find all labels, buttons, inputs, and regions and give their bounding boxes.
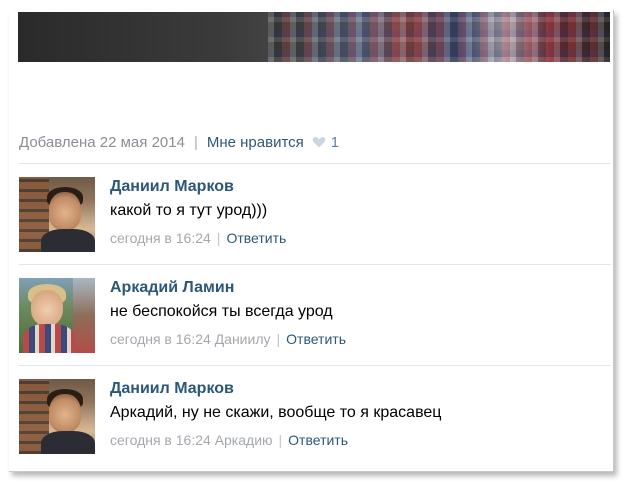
comment-meta: сегодня в 16:24 | Ответить bbox=[110, 230, 286, 246]
comment-meta-separator: | bbox=[276, 331, 281, 347]
avatar[interactable] bbox=[19, 379, 95, 454]
comment-author[interactable]: Аркадий Ламин bbox=[110, 279, 234, 297]
photo-shirt-pattern bbox=[268, 12, 610, 62]
reply-button[interactable]: Ответить bbox=[226, 230, 286, 246]
comment-meta-separator: | bbox=[278, 432, 283, 448]
reply-addressee[interactable]: Даниилу bbox=[215, 331, 271, 347]
avatar[interactable] bbox=[19, 177, 95, 252]
comment-time[interactable]: сегодня в 16:24 bbox=[110, 331, 211, 347]
reply-button[interactable]: Ответить bbox=[288, 432, 348, 448]
comment-author[interactable]: Даниил Марков bbox=[110, 380, 234, 398]
comment-item: Аркадий Ламин не беспокойся ты всегда ур… bbox=[19, 278, 611, 368]
screenshot-frame: Добавлена 22 мая 2014 | Мне нравится 1 Д… bbox=[0, 0, 625, 484]
comment-item: Даниил Марков какой то я тут урод))) сег… bbox=[19, 177, 611, 267]
like-count[interactable]: 1 bbox=[331, 134, 339, 151]
avatar[interactable] bbox=[19, 278, 95, 353]
comment-meta: сегодня в 16:24 Аркадию | Ответить bbox=[110, 432, 348, 448]
comment-author[interactable]: Даниил Марков bbox=[110, 178, 234, 196]
comment-time[interactable]: сегодня в 16:24 bbox=[110, 230, 211, 246]
comment-meta-separator: | bbox=[216, 230, 221, 246]
divider bbox=[19, 365, 611, 366]
comment-time[interactable]: сегодня в 16:24 bbox=[110, 432, 211, 448]
post-date: Добавлена 22 мая 2014 bbox=[19, 133, 185, 151]
comment-meta: сегодня в 16:24 Даниилу | Ответить bbox=[110, 331, 346, 347]
divider bbox=[19, 264, 611, 265]
like-button[interactable]: Мне нравится bbox=[207, 134, 304, 151]
reply-addressee[interactable]: Аркадию bbox=[215, 432, 273, 448]
heart-icon[interactable] bbox=[312, 135, 326, 149]
comment-text: какой то я тут урод))) bbox=[110, 202, 268, 219]
post-meta-separator: | bbox=[193, 133, 198, 151]
post-card: Добавлена 22 мая 2014 | Мне нравится 1 Д… bbox=[9, 10, 614, 472]
comment-text: Аркадий, ну не скажи, вообще то я красав… bbox=[110, 404, 442, 421]
post-meta: Добавлена 22 мая 2014 | Мне нравится 1 bbox=[19, 132, 339, 152]
comment-item: Даниил Марков Аркадий, ну не скажи, вооб… bbox=[19, 379, 611, 469]
comment-text: не беспокойся ты всегда урод bbox=[110, 303, 333, 320]
post-photo[interactable] bbox=[18, 12, 610, 62]
reply-button[interactable]: Ответить bbox=[286, 331, 346, 347]
divider bbox=[19, 163, 611, 164]
